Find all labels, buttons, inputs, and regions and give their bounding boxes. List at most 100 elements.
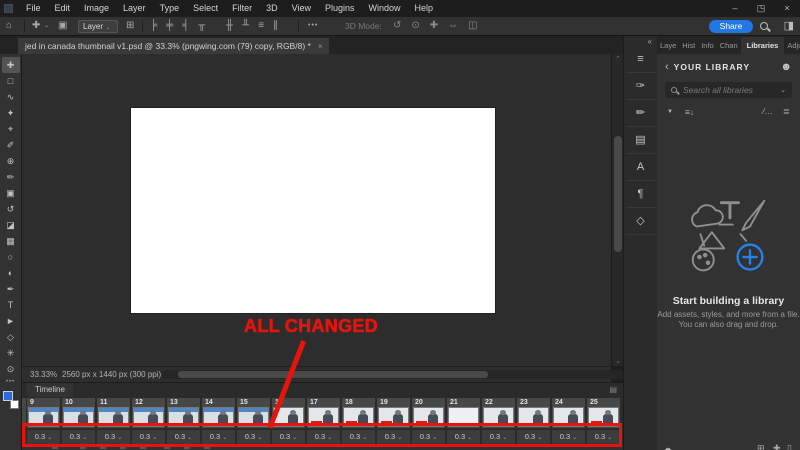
eyedropper-tool[interactable]: ✐ xyxy=(2,137,20,153)
distribute-icon[interactable]: ≡ xyxy=(258,17,273,35)
transform-controls-icon[interactable]: ⊞ xyxy=(126,17,134,35)
align-icon[interactable]: ╡ xyxy=(182,17,198,35)
status-menu-chevron[interactable]: › xyxy=(150,367,153,382)
menu-help[interactable]: Help xyxy=(408,0,441,17)
dodge-tool[interactable]: ◐ xyxy=(2,265,20,281)
status-bar: 33.33% 2560 px x 1440 px (300 ppi) › xyxy=(22,366,624,382)
panel-tab-libraries[interactable]: Libraries xyxy=(740,37,785,54)
scrollbar-thumb[interactable] xyxy=(614,136,622,252)
quick-selection-tool[interactable]: ✦ xyxy=(2,105,20,121)
paragraph-panel-icon[interactable]: ¶ xyxy=(625,181,656,208)
scrollbar-thumb[interactable] xyxy=(178,371,488,378)
chevron-down-icon[interactable]: ⌄ xyxy=(780,86,786,94)
menu-image[interactable]: Image xyxy=(77,0,116,17)
menu-layer[interactable]: Layer xyxy=(116,0,153,17)
move-tool[interactable]: ✚ xyxy=(1,57,20,73)
auto-select-layer-dropdown[interactable]: Layer ⌄ xyxy=(78,20,118,33)
align-icon[interactable]: ╞ xyxy=(150,17,166,35)
menu-select[interactable]: Select xyxy=(186,0,225,17)
lasso-tool[interactable]: ∿ xyxy=(2,89,20,105)
panel-menu-icon[interactable]: ▤ xyxy=(609,385,617,394)
more-tools-icon[interactable]: ••• xyxy=(0,379,21,385)
clone-stamp-tool[interactable]: ▣ xyxy=(2,185,20,201)
panel-tab-adju[interactable]: Adju xyxy=(784,38,800,54)
crop-tool[interactable]: ⌖ xyxy=(2,121,20,137)
foreground-color-swatch[interactable] xyxy=(2,391,13,401)
back-icon[interactable]: ‹ xyxy=(665,61,669,73)
distribute-icon[interactable]: ╫ xyxy=(226,17,242,35)
align-icon[interactable]: ╥ xyxy=(198,17,214,35)
restore-button[interactable]: ◳ xyxy=(748,0,774,17)
share-button[interactable]: Share xyxy=(709,20,753,33)
character-panel-icon[interactable]: A xyxy=(625,154,656,181)
mode3d-icon[interactable]: ↺ xyxy=(393,17,411,35)
menu-type[interactable]: Type xyxy=(153,0,187,17)
3d-panel-icon[interactable]: ◇ xyxy=(625,208,656,235)
menu-view[interactable]: View xyxy=(285,0,318,17)
chevron-down-icon[interactable]: ⌄ xyxy=(44,17,49,35)
history-brush-tool[interactable]: ↺ xyxy=(2,201,20,217)
brushes-panel-icon[interactable]: ✏ xyxy=(625,100,656,127)
account-avatar-icon[interactable]: ☻ xyxy=(780,61,792,73)
hand-tool[interactable]: ✳ xyxy=(2,345,20,361)
path-selection-tool[interactable]: ► xyxy=(2,313,20,329)
timeline-tab[interactable]: Timeline xyxy=(27,383,73,397)
sync-status-icon[interactable]: ☁ xyxy=(663,443,672,450)
home-icon[interactable]: ⌂ xyxy=(6,17,12,35)
distribute-icon[interactable]: ∥ xyxy=(273,17,287,35)
mode3d-icon[interactable]: ✚ xyxy=(430,17,448,35)
delete-icon[interactable]: ▯ xyxy=(787,443,792,450)
marquee-tool[interactable]: □ xyxy=(2,73,20,89)
auto-select-icon[interactable]: ▣ xyxy=(58,17,67,35)
filter-icon[interactable]: ▼ xyxy=(667,109,673,115)
vertical-scrollbar[interactable]: ⌃ ⌄ xyxy=(611,54,623,366)
menu-window[interactable]: Window xyxy=(362,0,408,17)
library-search-input[interactable]: Search all libraries ⌄ xyxy=(665,82,792,98)
type-tool[interactable]: T xyxy=(2,297,20,313)
color-swatches[interactable] xyxy=(2,391,19,409)
eraser-tool[interactable]: ◪ xyxy=(2,217,20,233)
menu-3d[interactable]: 3D xyxy=(259,0,285,17)
document-tab[interactable]: jed in canada thumbnail v1.psd @ 33.3% (… xyxy=(18,38,330,54)
properties-panel-icon[interactable]: ≡ xyxy=(625,46,656,73)
add-icon[interactable]: ✚ xyxy=(773,443,781,450)
menu-filter[interactable]: Filter xyxy=(225,0,259,17)
horizontal-scrollbar[interactable] xyxy=(162,370,624,379)
healing-brush-tool[interactable]: ⊕ xyxy=(2,153,20,169)
mode3d-icon[interactable]: ◫ xyxy=(468,17,487,35)
search-icon[interactable] xyxy=(760,22,768,30)
more-options-icon[interactable]: ••• xyxy=(308,17,318,35)
brush-settings-panel-icon[interactable]: ✑ xyxy=(625,73,656,100)
gradient-tool[interactable]: ▦ xyxy=(2,233,20,249)
new-folder-icon[interactable]: ⊞ xyxy=(757,443,765,450)
distribute-icon[interactable]: ╨ xyxy=(242,17,258,35)
align-icon[interactable]: ╪ xyxy=(166,17,182,35)
mode3d-icon[interactable]: ⊙ xyxy=(411,17,429,35)
artboard xyxy=(131,108,495,313)
panel-tab-laye[interactable]: Laye xyxy=(657,38,679,54)
background-color-swatch[interactable] xyxy=(9,400,19,409)
list-view-icon[interactable]: ≣ xyxy=(783,106,790,117)
panel-layout-icon[interactable]: ◨ xyxy=(784,21,794,32)
move-tool-icon[interactable]: ✚ xyxy=(32,17,40,35)
menu-plugins[interactable]: Plugins xyxy=(318,0,362,17)
mode3d-icon[interactable]: ⇔ xyxy=(448,17,468,35)
menu-file[interactable]: File xyxy=(19,0,48,17)
brush-tool[interactable]: ✏ xyxy=(2,169,20,185)
collapse-dock-icon[interactable]: « xyxy=(624,36,657,46)
pen-tool[interactable]: ✒ xyxy=(2,281,20,297)
zoom-level[interactable]: 33.33% xyxy=(30,367,57,382)
panel-tab-hist[interactable]: Hist xyxy=(679,38,698,54)
panel-tab-info[interactable]: Info xyxy=(698,38,717,54)
clone-source-panel-icon[interactable]: ▤ xyxy=(625,127,656,154)
menu-edit[interactable]: Edit xyxy=(48,0,78,17)
zoom-tool[interactable]: ⊙ xyxy=(2,361,20,377)
pen-tools-icon[interactable]: ∕… xyxy=(763,106,773,117)
close-icon[interactable]: × xyxy=(318,42,323,51)
minimize-button[interactable]: – xyxy=(722,0,748,17)
blur-tool[interactable]: ○ xyxy=(2,249,20,265)
sort-icon[interactable]: ≡↓ xyxy=(685,107,694,117)
shape-tool[interactable]: ◇ xyxy=(2,329,20,345)
close-button[interactable]: × xyxy=(774,0,800,17)
panel-tab-chan[interactable]: Chan xyxy=(717,38,741,54)
